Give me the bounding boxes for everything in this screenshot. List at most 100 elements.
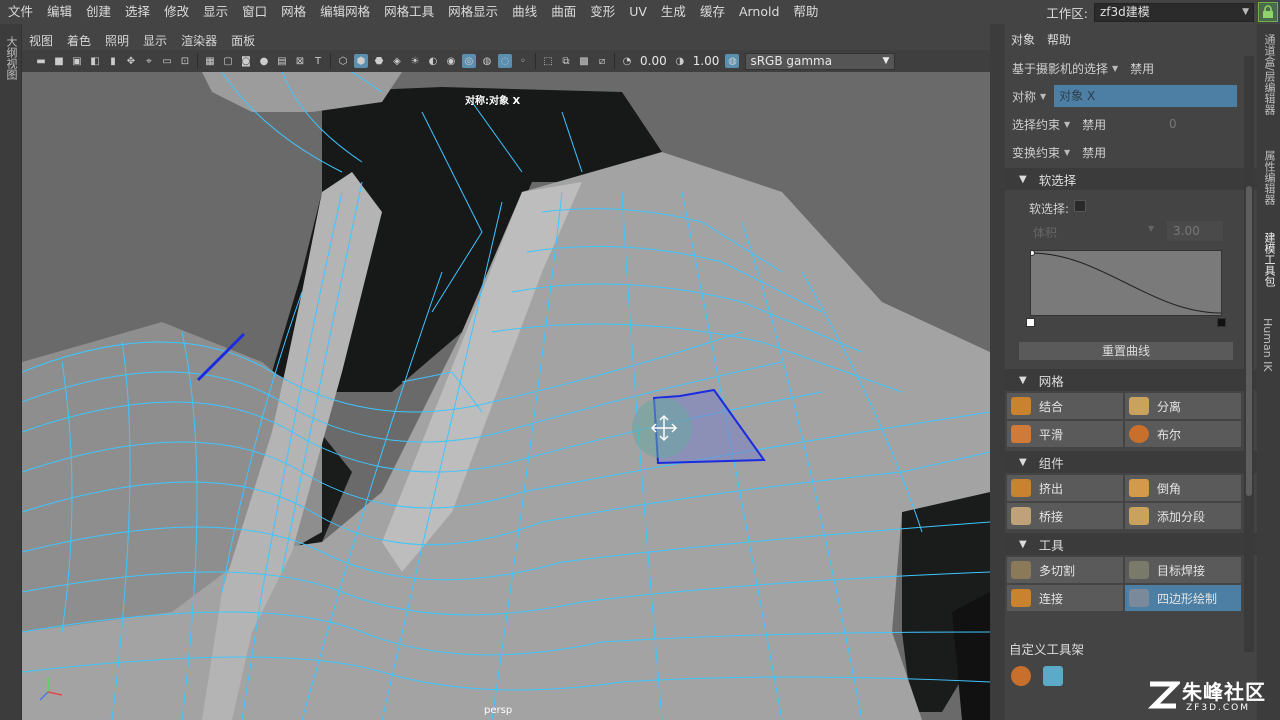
shadows-icon[interactable]: ◐ [426, 54, 440, 68]
menu-select[interactable]: 选择 [117, 0, 156, 24]
falloff-curve-graph[interactable] [1029, 250, 1222, 316]
menu-uv[interactable]: UV [621, 0, 653, 24]
menu-modify[interactable]: 修改 [156, 0, 195, 24]
mesh-section-header[interactable]: ▼ 网格 [1005, 369, 1257, 391]
transform-constraint-row[interactable]: 变换约束 ▼ 禁用 [1005, 138, 1257, 166]
panel-menu-lighting[interactable]: 照明 [98, 32, 136, 49]
xray-components-icon[interactable]: ◌ [498, 54, 512, 68]
shelf-tool-icon[interactable] [1043, 666, 1063, 686]
move-camera-icon[interactable]: ✥ [124, 54, 138, 68]
3d-viewport[interactable]: 对称:对象 X persp [22, 72, 990, 720]
modeling-toolkit-tab[interactable]: 建模工具包 [1261, 232, 1277, 287]
workspace-dropdown[interactable]: zf3d建模 ▼ [1094, 2, 1254, 22]
chevron-down-icon[interactable]: ▼ [1040, 92, 1046, 101]
camera-icon[interactable]: ■ [52, 54, 66, 68]
menu-mesh[interactable]: 网格 [273, 0, 312, 24]
soft-select-checkbox[interactable] [1074, 200, 1086, 212]
curve-end-key[interactable] [1217, 318, 1226, 327]
attribute-editor-tab[interactable]: 属性编辑器 [1261, 150, 1277, 205]
boolean-button[interactable]: 布尔 [1125, 421, 1241, 447]
menu-arnold[interactable]: Arnold [731, 0, 785, 24]
exposure-value[interactable]: 0.00 [640, 54, 667, 68]
combine-button[interactable]: 结合 [1007, 393, 1123, 419]
panel-menu-view[interactable]: 视图 [22, 32, 60, 49]
extrude-button[interactable]: 挤出 [1007, 475, 1123, 501]
isolate-select-icon[interactable]: ⬚ [541, 54, 555, 68]
lights-icon[interactable]: ☀ [408, 54, 422, 68]
falloff-radius-field[interactable]: 3.00 [1167, 221, 1223, 241]
gamma-icon[interactable]: ◑ [673, 54, 687, 68]
gamma-value[interactable]: 1.00 [693, 54, 720, 68]
ambient-occlusion-icon[interactable]: ◉ [444, 54, 458, 68]
film-gate-icon[interactable]: ▭ [160, 54, 174, 68]
menu-deform[interactable]: 变形 [582, 0, 621, 24]
menu-windows[interactable]: 窗口 [234, 0, 273, 24]
outliner-tab[interactable]: 大纲视图 [3, 36, 19, 80]
curve-start-key[interactable] [1026, 318, 1035, 327]
wireframe-icon[interactable]: ⬡ [336, 54, 350, 68]
hud-icon[interactable]: T [311, 54, 325, 68]
separate-button[interactable]: 分离 [1125, 393, 1241, 419]
menu-display[interactable]: 显示 [195, 0, 234, 24]
components-section-header[interactable]: ▼ 组件 [1005, 451, 1257, 473]
add-divisions-button[interactable]: 添加分段 [1125, 503, 1241, 529]
pan-zoom-icon[interactable]: ⊡ [178, 54, 192, 68]
select-camera-icon[interactable]: ▬ [34, 54, 48, 68]
panel-menu-renderer[interactable]: 渲染器 [174, 32, 224, 49]
gate-mask-icon[interactable]: ◙ [239, 54, 253, 68]
two-sided-icon[interactable]: ⧉ [559, 54, 573, 68]
menu-mesh-tools[interactable]: 网格工具 [376, 0, 440, 24]
bevel-button[interactable]: 倒角 [1125, 475, 1241, 501]
toolkit-menu-help[interactable]: 帮助 [1041, 31, 1077, 48]
toolkit-scrollbar[interactable] [1244, 56, 1254, 652]
custom-shelf-header[interactable]: 自定义工具架 [1005, 635, 1257, 661]
panel-divider[interactable] [990, 24, 1005, 720]
scrollbar-thumb[interactable] [1246, 186, 1252, 496]
target-weld-button[interactable]: 目标焊接 [1125, 557, 1241, 583]
shelf-tool-icon[interactable] [1011, 666, 1031, 686]
workspace-lock-button[interactable] [1258, 2, 1278, 22]
menu-generate[interactable]: 生成 [653, 0, 692, 24]
xray-icon[interactable]: ◎ [462, 54, 476, 68]
field-chart-icon[interactable]: ● [257, 54, 271, 68]
camera-lock-icon[interactable]: ▣ [70, 54, 84, 68]
toolkit-menu-object[interactable]: 对象 [1005, 31, 1041, 48]
color-management-icon[interactable]: ◍ [725, 54, 740, 68]
smooth-shade-icon[interactable]: ⬢ [354, 54, 368, 68]
tools-section-header[interactable]: ▼ 工具 [1005, 533, 1257, 555]
channel-box-tab[interactable]: 通道盒/层编辑器 [1261, 34, 1277, 115]
image-plane-icon[interactable]: ▮ [106, 54, 120, 68]
menu-create[interactable]: 创建 [78, 0, 117, 24]
camera-based-selection-row[interactable]: 基于摄影机的选择 ▼ 禁用 [1005, 54, 1257, 82]
menu-edit-mesh[interactable]: 编辑网格 [312, 0, 376, 24]
resolution-gate-icon[interactable]: ▢ [221, 54, 235, 68]
backface-icon[interactable]: ◦ [516, 54, 530, 68]
xray-joints-icon[interactable]: ◍ [480, 54, 494, 68]
bridge-button[interactable]: 桥接 [1007, 503, 1123, 529]
select-constraint-row[interactable]: 选择约束 ▼ 禁用 0 [1005, 110, 1257, 138]
reset-curve-button[interactable]: 重置曲线 [1019, 342, 1233, 360]
exposure-icon[interactable]: ◔ [620, 54, 634, 68]
panel-menu-shading[interactable]: 着色 [60, 32, 98, 49]
track-icon[interactable]: ⌖ [142, 54, 156, 68]
safe-title-icon[interactable]: ⊠ [293, 54, 307, 68]
depth-peeling-icon[interactable]: ▩ [577, 54, 591, 68]
human-ik-tab[interactable]: Human IK [1261, 318, 1274, 372]
connect-button[interactable]: 连接 [1007, 585, 1123, 611]
menu-cache[interactable]: 缓存 [692, 0, 731, 24]
textured-icon[interactable]: ◈ [390, 54, 404, 68]
bookmark-icon[interactable]: ◧ [88, 54, 102, 68]
smooth-button[interactable]: 平滑 [1007, 421, 1123, 447]
soft-select-section-header[interactable]: ▼ 软选择 [1005, 168, 1257, 190]
panel-menu-panels[interactable]: 面板 [224, 32, 262, 49]
safe-action-icon[interactable]: ▤ [275, 54, 289, 68]
panel-menu-show[interactable]: 显示 [136, 32, 174, 49]
falloff-mode-dropdown[interactable]: 体积 [1033, 224, 1057, 241]
wireframe-on-shaded-icon[interactable]: ⬣ [372, 54, 386, 68]
menu-file[interactable]: 文件 [0, 0, 39, 24]
menu-edit[interactable]: 编辑 [39, 0, 78, 24]
menu-surfaces[interactable]: 曲面 [543, 0, 582, 24]
symmetry-field[interactable]: 对象 X [1054, 85, 1238, 107]
menu-mesh-display[interactable]: 网格显示 [440, 0, 504, 24]
menu-help[interactable]: 帮助 [785, 0, 824, 24]
